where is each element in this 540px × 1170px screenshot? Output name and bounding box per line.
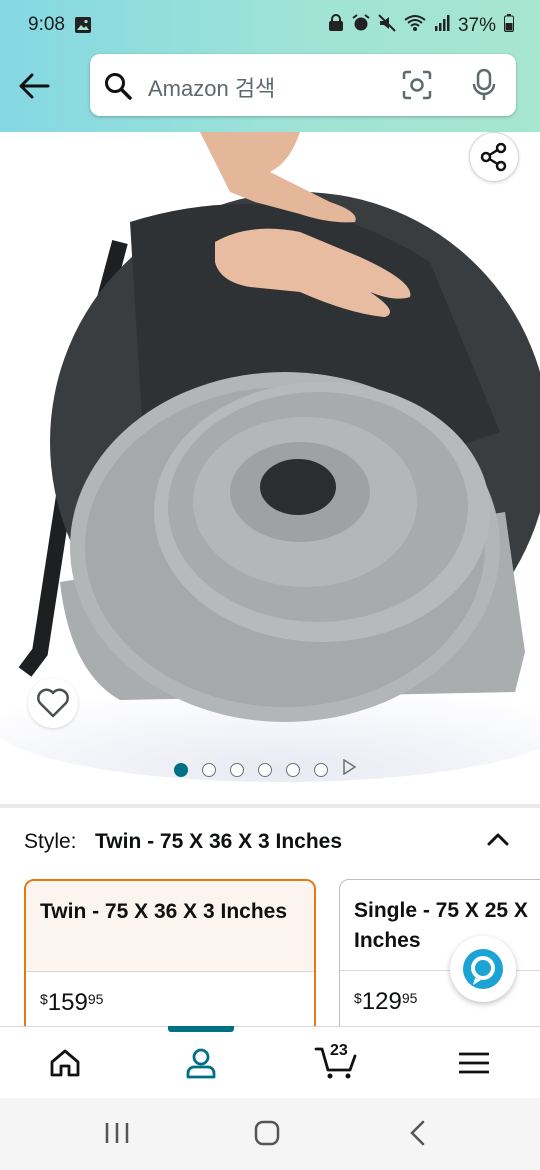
recent-apps-button[interactable] <box>104 1122 130 1149</box>
camera-search-icon[interactable] <box>402 70 432 105</box>
style-selected-value: Twin - 75 X 36 X 3 Inches <box>95 830 343 853</box>
style-label: Style: <box>24 830 77 853</box>
recent-apps-icon <box>105 1123 129 1143</box>
lock-icon <box>328 14 344 38</box>
pagination-dot[interactable] <box>174 762 188 777</box>
active-tab-indicator <box>168 1026 234 1032</box>
image-pagination[interactable] <box>174 758 357 780</box>
pagination-dot[interactable] <box>286 762 300 777</box>
cart-count-badge: 23 <box>330 1042 348 1059</box>
signal-icon <box>434 14 450 38</box>
price-fraction: 95 <box>87 991 104 1007</box>
pagination-dot[interactable] <box>314 762 328 777</box>
home-system-button[interactable] <box>254 1120 280 1151</box>
price-symbol: $ <box>40 991 48 1007</box>
home-circle-icon <box>254 1120 280 1146</box>
status-time: 9:08 <box>28 14 65 35</box>
app-header: 9:08 37% Amazon 검색 <box>0 0 540 132</box>
nav-home[interactable] <box>35 1041 95 1085</box>
chevron-up-icon[interactable] <box>486 828 510 852</box>
share-button[interactable] <box>469 132 519 182</box>
battery-percent: 37% <box>457 15 496 36</box>
style-selector-header[interactable]: Style: Twin - 75 X 36 X 3 Inches <box>0 810 540 872</box>
back-button[interactable] <box>14 66 54 106</box>
alarm-icon <box>352 14 370 38</box>
option-title-line: Single - 75 X 25 X <box>354 899 528 922</box>
option-title-line: Twin - 75 X 36 X 3 Inches <box>40 900 288 923</box>
microphone-icon[interactable] <box>472 68 496 106</box>
alexa-button[interactable] <box>450 936 516 1002</box>
option-price: $15995 <box>40 989 103 1017</box>
status-bar: 9:08 37% <box>0 0 540 52</box>
home-icon <box>50 1049 80 1077</box>
pagination-dot[interactable] <box>258 762 272 777</box>
share-icon <box>480 142 507 172</box>
option-title-line: Inches <box>354 929 421 952</box>
wishlist-button[interactable] <box>28 678 78 728</box>
price-whole: 129 <box>361 988 402 1015</box>
gallery-notification-icon <box>74 16 92 39</box>
search-icon <box>104 72 132 105</box>
price-fraction: 95 <box>401 990 418 1006</box>
option-title: Twin - 75 X 36 X 3 Inches <box>40 897 287 927</box>
system-navigation-bar <box>0 1098 540 1170</box>
pagination-dot[interactable] <box>230 762 244 777</box>
bottom-navigation <box>0 1026 540 1098</box>
heart-icon <box>37 688 69 718</box>
option-separator <box>26 971 314 972</box>
search-input[interactable]: Amazon 검색 <box>148 71 275 103</box>
wifi-icon <box>404 14 426 38</box>
option-price: $12995 <box>354 988 417 1016</box>
nav-menu[interactable] <box>444 1041 504 1085</box>
back-chevron-icon <box>410 1120 425 1146</box>
option-header: Twin - 75 X 36 X 3 Inches <box>26 881 314 971</box>
product-image <box>0 132 540 800</box>
battery-icon <box>504 14 514 38</box>
search-box[interactable]: Amazon 검색 <box>90 54 516 116</box>
price-whole: 159 <box>47 989 88 1016</box>
video-play-icon[interactable] <box>342 758 357 780</box>
menu-icon <box>459 1052 489 1074</box>
style-option-twin[interactable]: Twin - 75 X 36 X 3 Inches $15995 <box>24 879 316 1039</box>
person-icon <box>186 1048 216 1079</box>
section-divider <box>0 804 540 808</box>
product-image-gallery[interactable] <box>0 132 540 800</box>
pagination-dot[interactable] <box>202 762 216 777</box>
status-icons: 37% <box>328 14 514 38</box>
mute-icon <box>378 14 396 38</box>
alexa-icon <box>463 949 503 989</box>
back-arrow-icon <box>19 73 50 99</box>
price-symbol: $ <box>354 990 362 1006</box>
nav-account[interactable] <box>171 1041 231 1085</box>
system-back-button[interactable] <box>408 1120 428 1151</box>
